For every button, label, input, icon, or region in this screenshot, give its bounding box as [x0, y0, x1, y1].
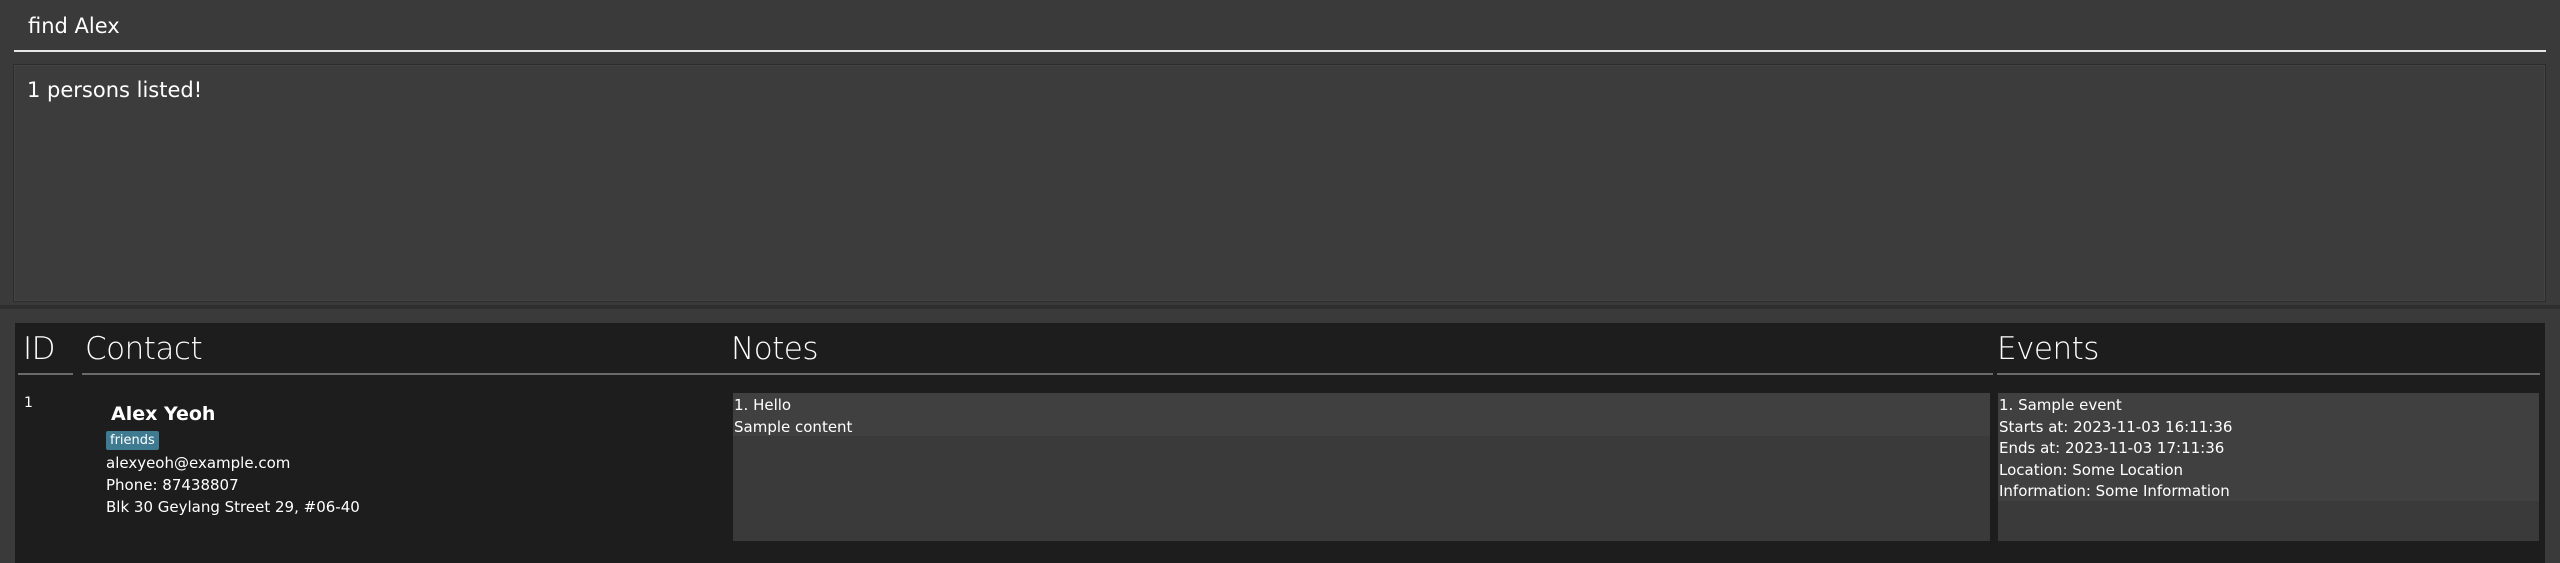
id-column-header: ID	[23, 331, 56, 367]
person-address: Blk 30 Geylang Street 29, #06-40	[106, 498, 360, 516]
address-book-window: 1 persons listed! ID Contact Notes Event…	[0, 0, 2560, 563]
event-item[interactable]: 1. Sample event Starts at: 2023-11-03 16…	[1998, 393, 2539, 501]
person-list-panel: ID Contact Notes Events 1 Alex Yeoh frie…	[0, 310, 2560, 563]
command-box[interactable]	[14, 0, 2546, 52]
result-display[interactable]: 1 persons listed!	[13, 64, 2546, 302]
events-list[interactable]: 1. Sample event Starts at: 2023-11-03 16…	[1998, 393, 2539, 541]
person-name: Alex Yeoh	[111, 403, 216, 425]
note-title: 1. Hello	[734, 396, 792, 414]
events-header-underline	[1997, 373, 2540, 375]
note-item[interactable]: 1. Hello Sample content	[733, 393, 1990, 436]
tag-badge: friends	[106, 431, 159, 450]
panel-divider[interactable]	[0, 305, 2560, 309]
events-column-header: Events	[1997, 331, 2099, 367]
result-message: 1 persons listed!	[27, 78, 203, 102]
person-id: 1	[24, 395, 33, 411]
person-list[interactable]: ID Contact Notes Events 1 Alex Yeoh frie…	[15, 323, 2545, 563]
notes-column-header: Notes	[731, 331, 819, 367]
event-title: 1. Sample event	[1999, 396, 2122, 414]
notes-list[interactable]: 1. Hello Sample content	[733, 393, 1990, 541]
person-phone: Phone: 87438807	[106, 476, 239, 494]
event-start-time: Starts at: 2023-11-03 16:11:36	[1999, 417, 2233, 436]
event-location: Location: Some Location	[1999, 460, 2184, 479]
contact-column-header: Contact	[85, 331, 203, 367]
event-end-time: Ends at: 2023-11-03 17:11:36	[1999, 439, 2225, 457]
notes-header-underline	[731, 373, 1993, 375]
note-content: Sample content	[734, 417, 853, 436]
event-information: Information: Some Information	[1999, 482, 2230, 500]
command-input[interactable]	[28, 10, 2528, 42]
contact-header-underline	[82, 373, 732, 375]
id-header-underline	[18, 373, 73, 375]
person-email: alexyeoh@example.com	[106, 454, 291, 472]
